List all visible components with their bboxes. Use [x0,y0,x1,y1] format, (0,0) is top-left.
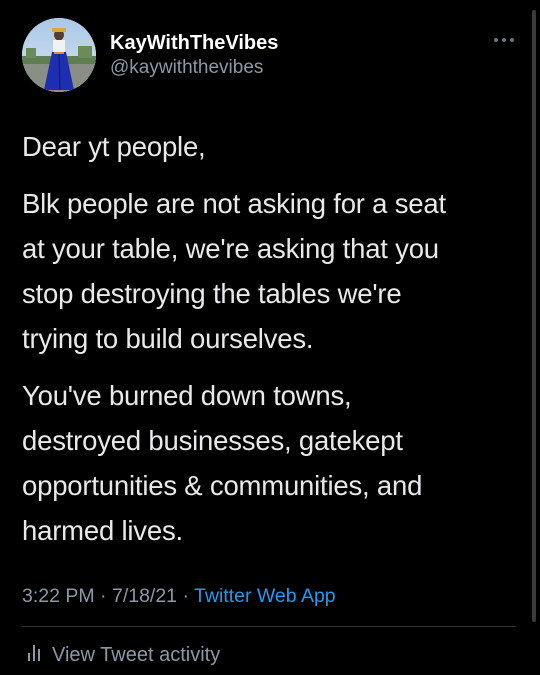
tweet-time[interactable]: 3:22 PM [22,585,95,607]
meta-separator: · [100,585,107,607]
analytics-bars-icon [28,643,42,667]
tweet-source-link[interactable]: Twitter Web App [194,585,336,607]
tweet-header: KayWithTheVibes @kaywiththevibes [22,18,518,94]
tweet-line: harmed lives. [22,515,183,546]
tweet-paragraph: You've burned down towns, destroyed busi… [22,373,522,553]
tweet-paragraph: Blk people are not asking for a seat at … [22,181,522,361]
display-name[interactable]: KayWithTheVibes [110,31,278,55]
tweet-line: opportunities & communities, and [22,470,423,501]
view-activity-label: View Tweet activity [52,643,221,666]
tweet-line: Dear yt people, [22,131,206,162]
author-names[interactable]: KayWithTheVibes @kaywiththevibes [110,31,278,80]
tweet-line: destroyed businesses, gatekept [22,425,403,456]
scrollbar[interactable] [532,10,536,622]
divider [22,626,516,627]
tweet-line: Blk people are not asking for a seat [22,188,446,219]
tweet-meta: 3:22 PM · 7/18/21 · Twitter Web App [22,582,336,610]
tweet-line: at your table, we're asking that you [22,233,439,264]
profile-photo-icon [22,18,96,92]
meta-separator: · [182,585,189,607]
username-handle[interactable]: @kaywiththevibes [110,56,278,80]
tweet-text: Dear yt people, Blk people are not askin… [22,124,522,565]
avatar[interactable] [22,18,96,92]
tweet-paragraph: Dear yt people, [22,124,522,169]
more-options-icon[interactable] [492,32,516,42]
tweet-line: You've burned down towns, [22,380,352,411]
tweet-line: stop destroying the tables we're [22,278,402,309]
tweet-line: trying to build ourselves. [22,323,314,354]
view-activity-button[interactable]: View Tweet activity [28,641,220,669]
tweet-date[interactable]: 7/18/21 [112,585,177,607]
